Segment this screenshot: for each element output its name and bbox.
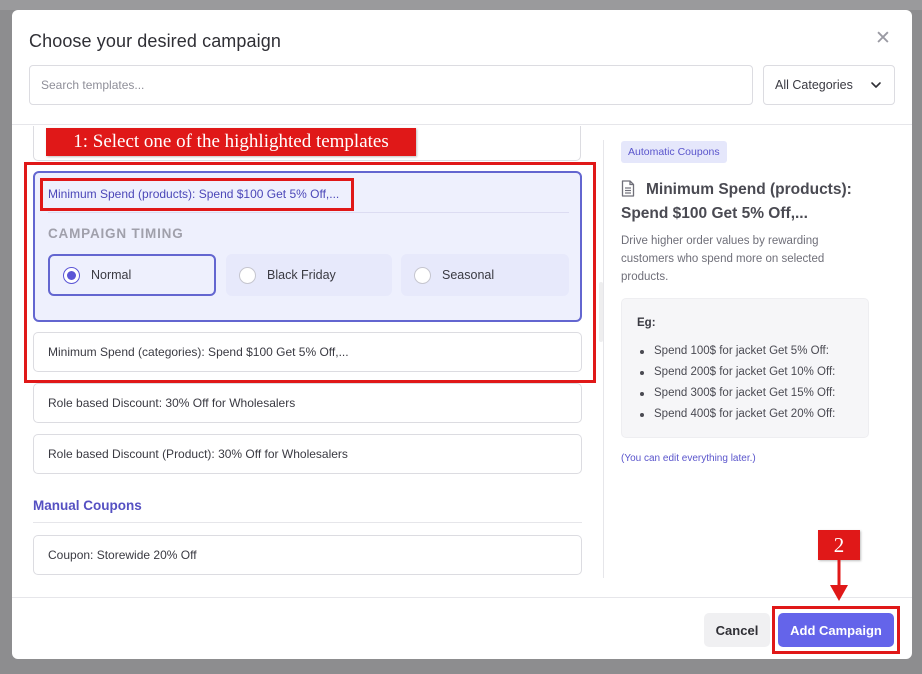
campaign-modal: Choose your desired campaign ✕ All Categ…: [12, 10, 912, 659]
annotation-step2-label: 2: [818, 530, 860, 560]
annotation-step1-label: 1: Select one of the highlighted templat…: [46, 128, 416, 156]
modal-title: Choose your desired campaign: [29, 31, 281, 51]
search-templates-input[interactable]: [29, 65, 753, 105]
radio-icon: [414, 266, 431, 284]
category-select-value: All Categories: [775, 78, 853, 92]
template-item-storewide-coupon[interactable]: Coupon: Storewide 20% Off: [33, 535, 582, 575]
radio-selected-icon: [63, 266, 80, 284]
campaign-timing-label: CAMPAIGN TIMING: [48, 226, 184, 241]
template-item-label: Role based Discount: 30% Off for Wholesa…: [48, 396, 296, 410]
template-item-label: Role based Discount (Product): 30% Off f…: [48, 447, 348, 461]
category-badge: Automatic Coupons: [621, 141, 727, 163]
example-box: Eg: Spend 100$ for jacket Get 5% Off: Sp…: [621, 298, 869, 438]
example-item: Spend 400$ for jacket Get 20% Off:: [637, 404, 835, 425]
timing-option-seasonal[interactable]: Seasonal: [401, 254, 569, 296]
section-divider: [33, 522, 582, 523]
timing-option-black-friday[interactable]: Black Friday: [226, 254, 392, 296]
radio-icon: [239, 266, 256, 284]
footer-divider: [12, 597, 912, 598]
chevron-down-icon: [871, 82, 881, 88]
example-item: Spend 100$ for jacket Get 5% Off:: [637, 341, 835, 362]
template-title: Minimum Spend (products): Spend $100 Get…: [48, 187, 340, 201]
header-divider: [12, 124, 912, 125]
close-icon[interactable]: ✕: [873, 28, 893, 49]
card-divider: [48, 212, 569, 213]
manual-coupons-heading: Manual Coupons: [33, 498, 142, 513]
template-card-selected[interactable]: Minimum Spend (products): Spend $100 Get…: [33, 171, 582, 322]
timing-option-label: Black Friday: [267, 268, 336, 282]
page-backdrop: [0, 0, 922, 10]
timing-option-label: Normal: [91, 268, 132, 282]
template-item-min-spend-categories[interactable]: Minimum Spend (categories): Spend $100 G…: [33, 332, 582, 372]
example-list: Spend 100$ for jacket Get 5% Off: Spend …: [637, 341, 835, 425]
add-campaign-button[interactable]: Add Campaign: [778, 613, 894, 647]
preview-description: Drive higher order values by rewarding c…: [621, 235, 825, 283]
template-item-label: Coupon: Storewide 20% Off: [48, 548, 197, 562]
cancel-button[interactable]: Cancel: [704, 613, 770, 647]
template-item-role-discount[interactable]: Role based Discount: 30% Off for Wholesa…: [33, 383, 582, 423]
edit-note: (You can edit everything later.): [621, 453, 756, 464]
example-label: Eg:: [637, 317, 656, 329]
template-item-role-discount-product[interactable]: Role based Discount (Product): 30% Off f…: [33, 434, 582, 474]
example-item: Spend 200$ for jacket Get 10% Off:: [637, 362, 835, 383]
preview-title: Minimum Spend (products): Spend $100 Get…: [621, 181, 852, 222]
category-select[interactable]: All Categories: [763, 65, 895, 105]
template-item-label: Minimum Spend (categories): Spend $100 G…: [48, 345, 349, 359]
arrow-down-icon: [830, 559, 848, 601]
example-item: Spend 300$ for jacket Get 15% Off:: [637, 383, 835, 404]
panel-divider: [603, 140, 604, 578]
timing-option-label: Seasonal: [442, 268, 495, 282]
timing-option-normal[interactable]: Normal: [48, 254, 216, 296]
